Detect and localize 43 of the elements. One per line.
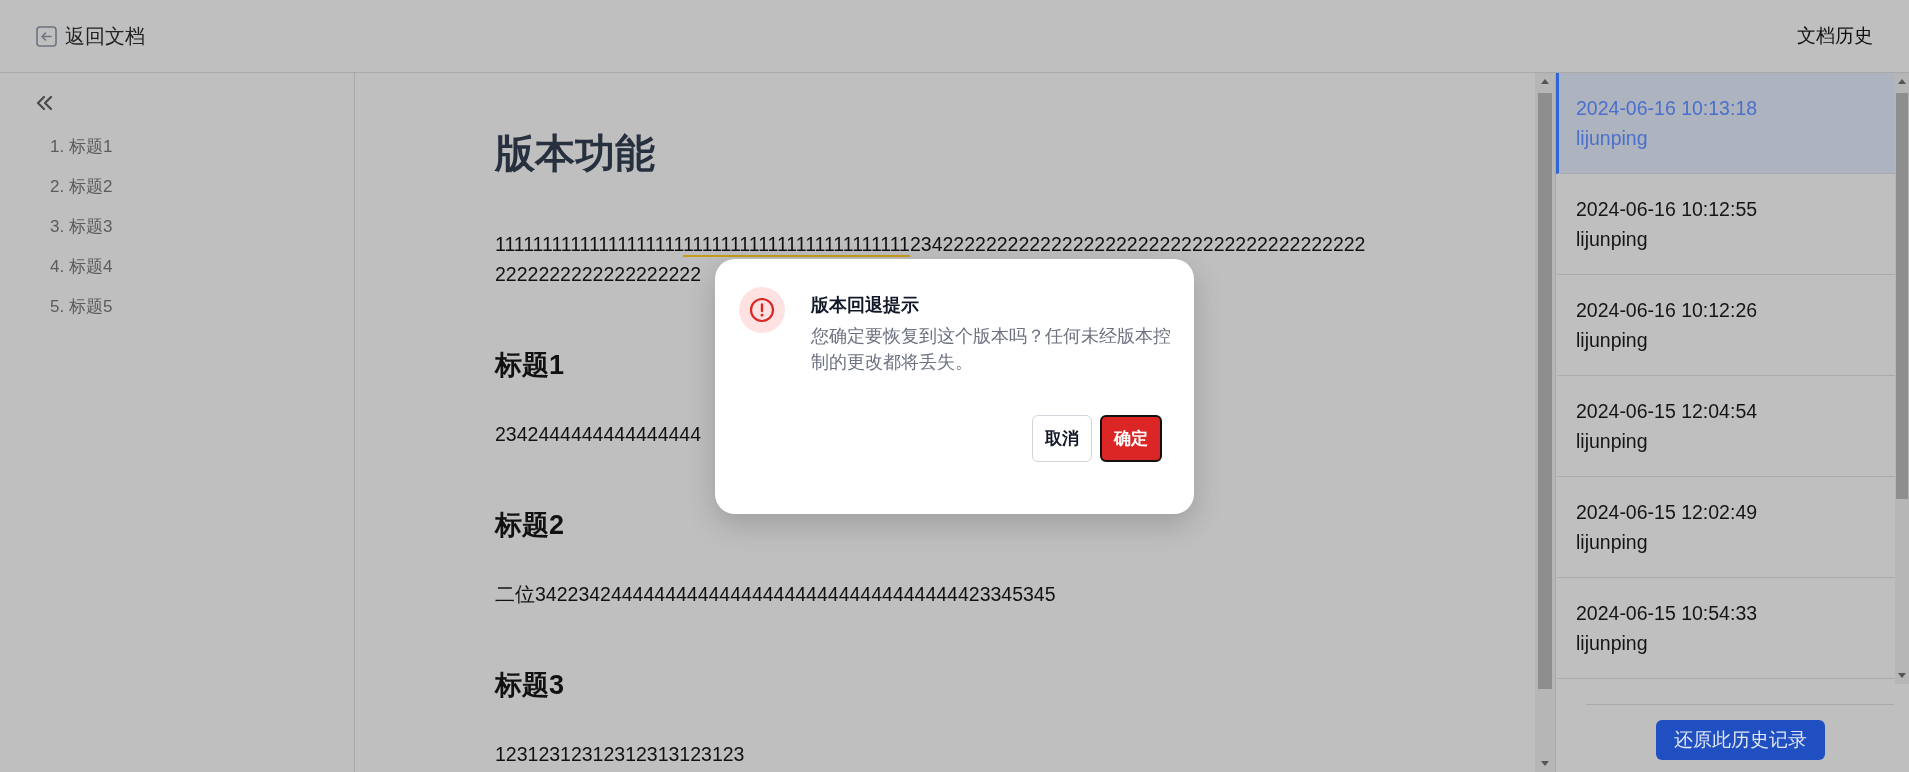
paragraph-line: 2342444444444444444 bbox=[495, 422, 702, 447]
outline-item[interactable]: 4. 标题4 bbox=[36, 247, 354, 287]
outline-item[interactable]: 2. 标题2 bbox=[36, 167, 354, 207]
back-link[interactable]: 返回文档 bbox=[36, 21, 145, 51]
scrollbar[interactable] bbox=[1535, 73, 1555, 772]
section-heading: 标题1 bbox=[495, 349, 565, 382]
history-time: 2024-06-15 12:04:54 bbox=[1576, 399, 1759, 424]
confirm-button[interactable]: 确定 bbox=[1100, 415, 1162, 462]
warning-icon bbox=[739, 287, 785, 333]
section-heading: 标题2 bbox=[495, 509, 565, 542]
outline-item[interactable]: 5. 标题5 bbox=[36, 287, 354, 327]
history-author: lijunping bbox=[1576, 530, 1649, 555]
scroll-up-icon[interactable] bbox=[1897, 77, 1907, 85]
paragraph-line: 12312312312312313123123 bbox=[495, 742, 745, 767]
dialog-title: 版本回退提示 bbox=[811, 294, 920, 317]
document-title: 版本功能 bbox=[495, 130, 656, 177]
page-title: 文档历史 bbox=[1797, 23, 1873, 48]
history-author: lijunping bbox=[1576, 328, 1649, 353]
collapse-icon[interactable] bbox=[36, 95, 54, 111]
history-time: 2024-06-16 10:12:55 bbox=[1576, 197, 1759, 222]
paragraph-line: 2222222222222222222 bbox=[495, 262, 702, 287]
scroll-down-icon[interactable] bbox=[1897, 671, 1907, 680]
scroll-thumb[interactable] bbox=[1538, 93, 1552, 689]
history-time: 2024-06-15 12:02:49 bbox=[1576, 500, 1759, 525]
restore-button[interactable]: 还原此历史记录 bbox=[1655, 719, 1825, 760]
scroll-down-icon[interactable] bbox=[1540, 760, 1550, 768]
section-heading: 标题3 bbox=[495, 669, 565, 702]
history-time: 2024-06-15 10:54:33 bbox=[1576, 601, 1759, 626]
cancel-button[interactable]: 取消 bbox=[1032, 415, 1092, 462]
outline-item[interactable]: 3. 标题3 bbox=[36, 207, 354, 247]
history-time: 2024-06-16 10:13:18 bbox=[1576, 96, 1759, 121]
outline-item[interactable]: 1. 标题1 bbox=[36, 127, 354, 167]
history-author: lijunping bbox=[1576, 631, 1649, 656]
history-author: lijunping bbox=[1576, 227, 1649, 252]
history-author: lijunping bbox=[1576, 126, 1649, 151]
paragraph-line: 11111111111111111111111111111111111111111111234222222222222222222222222222222222222222 bbox=[495, 232, 1366, 259]
history-time: 2024-06-16 10:12:26 bbox=[1576, 298, 1759, 323]
scroll-thumb[interactable] bbox=[1896, 93, 1908, 499]
dialog-message: 您确定要恢复到这个版本吗？任何未经版本控制的更改都将丢失。 bbox=[811, 325, 1172, 374]
history-author: lijunping bbox=[1576, 429, 1649, 454]
scroll-up-icon[interactable] bbox=[1540, 77, 1550, 85]
scrollbar[interactable] bbox=[1895, 73, 1909, 684]
paragraph-line: 二位342234244444444444444444444444444444444423345345 bbox=[495, 582, 1056, 607]
